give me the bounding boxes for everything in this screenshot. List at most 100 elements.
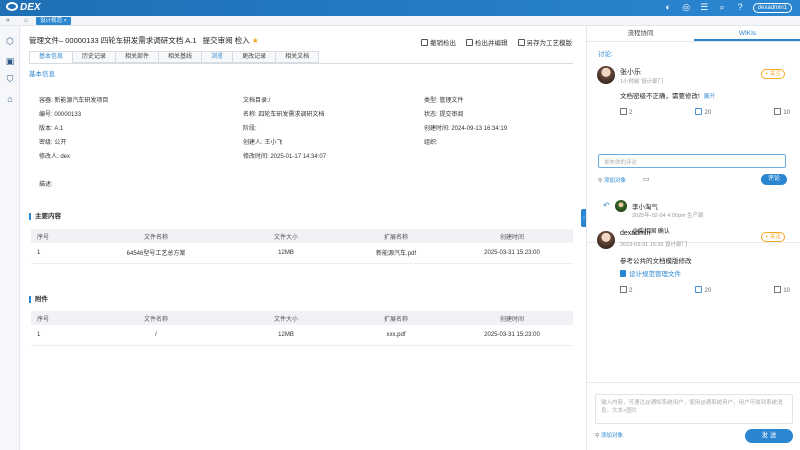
nav-building-icon[interactable]: ⌂ [5, 94, 15, 104]
image-icon[interactable]: ▭ [643, 175, 650, 183]
col-filesize: 文件大小 [231, 311, 341, 325]
attachments-table: 序号 文件名称 文件大小 扩展名称 创建时间 1 / 12MB xxx.pdf … [31, 311, 573, 346]
avatar [597, 66, 615, 84]
doc-title-text: 管理文件– 00000133 四轮车研发需求调研文档 A.1 [29, 36, 197, 45]
nav-shield-icon[interactable]: ⛉ [5, 74, 15, 84]
comment-text: 参考公共的文档模版修改 [620, 258, 692, 265]
help-icon[interactable]: ? [735, 2, 746, 13]
add-object-link[interactable]: ⚲ 添加对象 [598, 176, 626, 184]
user-menu[interactable]: dexadmin1 [752, 2, 792, 13]
tab-history[interactable]: 历史记录 [72, 51, 116, 63]
search-icon[interactable]: ⌕ [717, 2, 728, 13]
cell-created: 2025-03-31 15:23:00 [451, 325, 573, 346]
reply-arrow-icon: ↶ [603, 201, 610, 210]
page-title: 管理文件– 00000133 四轮车研发需求调研文档 A.1 提交审阅 检入 ★ [29, 35, 259, 46]
share-icon [774, 286, 782, 293]
field-creator: 创建人: 王小飞 [243, 140, 283, 146]
home-icon[interactable]: ⌂ [24, 17, 28, 24]
field-stage: 阶段: [243, 126, 257, 132]
comment-meta: 2023-03-31 15:26 设计部门 [620, 242, 687, 248]
add-object-link[interactable]: ⚲ 添加对象 [595, 431, 623, 439]
field-org: 组织: [424, 140, 438, 146]
field-name: 名称: 四轮车研发需求调研文档 [243, 112, 325, 118]
reply-meta: 2025年-02-04 4:00pm 生产部 [632, 213, 704, 219]
collapse-sidebar-icon[interactable]: « [6, 17, 10, 24]
tab-related-baselines[interactable]: 相关基线 [158, 51, 202, 63]
col-index: 序号 [31, 229, 81, 243]
nav-user-icon[interactable]: ▣ [5, 56, 15, 66]
tab-wikis[interactable]: WIKIs [694, 26, 800, 41]
save-icon [517, 39, 525, 46]
tab-basic-info[interactable]: 基本信息 [29, 51, 73, 63]
favorite-star-icon[interactable]: ★ [252, 36, 259, 45]
field-type: 类型: 管理文件 [424, 98, 464, 104]
doc-actions: 撤销检出 检出并编辑 另存为工艺模版 [421, 37, 572, 47]
send-button[interactable]: 发 送 [745, 429, 793, 443]
top-bar: DEX ◐ ◎ ☰ ⌕ ? dexadmin1 [0, 0, 800, 16]
col-filename: 文件名称 [81, 311, 231, 325]
commenter-name[interactable]: dexadmin [620, 230, 650, 237]
comment-input[interactable]: 发布你的评论 [598, 154, 786, 168]
expand-link[interactable]: 展开 [704, 94, 715, 100]
checkout-edit-button[interactable]: 检出并编辑 [466, 37, 508, 47]
reply-count-button[interactable]: 20 [695, 286, 711, 294]
paperclip-icon: ⚲ [598, 178, 603, 184]
avatar [597, 231, 615, 249]
cell-index: 1 [31, 325, 81, 346]
nav-cube-icon[interactable]: ⬡ [5, 36, 15, 46]
tab-workflow[interactable]: 流程协同 [587, 26, 694, 41]
tab-underline [29, 63, 573, 64]
menu-icon[interactable]: ☰ [699, 2, 710, 13]
cell-index: 1 [31, 243, 81, 264]
field-container: 容器: 新能源汽车研发项目 [39, 98, 109, 104]
tab-related-docs[interactable]: 相关文档 [275, 51, 320, 63]
field-version: 版本: A.1 [39, 126, 64, 132]
tab-related-parts[interactable]: 相关部件 [115, 51, 159, 63]
document-icon [620, 270, 626, 277]
table-row[interactable]: 1 64546型号工艺总方案 12MB 新能源汽车.pdf 2025-03-31… [31, 243, 573, 264]
table-row[interactable]: 1 / 12MB xxx.pdf 2025-03-31 15:23:00 [31, 325, 573, 346]
col-filesize: 文件大小 [231, 229, 341, 243]
tab-browse[interactable]: 浏览 [201, 51, 233, 63]
theme-icon[interactable]: ◐ [663, 2, 674, 13]
cell-filesize: 12MB [231, 243, 341, 264]
left-nav: ⬡ ▣ ⛉ ⌂ [0, 26, 20, 450]
field-state: 状态: 提交审阅 [424, 112, 464, 118]
col-extension: 扩展名称 [341, 229, 451, 243]
commenter-name[interactable]: 张小乐 [620, 67, 641, 77]
cell-filename: 64546型号工艺总方案 [81, 243, 231, 264]
chat-icon [695, 286, 703, 293]
cell-extension: 新能源汽车.pdf [341, 243, 451, 264]
status-badge: 提交审阅 [202, 36, 233, 45]
open-tab-design-spec[interactable]: 设计规范 × [36, 17, 71, 25]
follow-button[interactable]: + 关注 [761, 69, 785, 79]
share-button[interactable]: 10 [774, 108, 790, 116]
undo-icon [421, 39, 428, 46]
app-logo[interactable]: DEX [6, 2, 41, 13]
main-content-table: 序号 文件名称 文件大小 扩展名称 创建时间 1 64546型号工艺总方案 12… [31, 229, 573, 264]
avatar [615, 200, 627, 212]
field-folder: 文档目录:/ [243, 98, 271, 104]
cell-extension: xxx.pdf [341, 325, 451, 346]
col-extension: 扩展名称 [341, 311, 451, 325]
like-button[interactable]: 2 [620, 108, 632, 116]
save-as-template-button[interactable]: 另存为工艺模版 [517, 37, 572, 47]
linked-document[interactable]: 设计规范管理文件 [620, 268, 681, 278]
notification-icon[interactable]: ◎ [681, 2, 692, 13]
star-icon [620, 108, 627, 115]
undo-checkout-button[interactable]: 撤销检出 [421, 37, 456, 47]
tab-change-records[interactable]: 更改记录 [232, 51, 276, 63]
col-filename: 文件名称 [81, 229, 231, 243]
like-button[interactable]: 2 [620, 286, 632, 294]
message-input[interactable]: 输入内容，可通过@通知系统用户，使用@通系统用户，用户可收到系统消息，文本+图片 [595, 394, 793, 424]
col-created: 创建时间 [451, 229, 573, 243]
share-button[interactable]: 10 [774, 286, 790, 294]
replier-name[interactable]: 李小淘气 [632, 201, 658, 211]
field-description: 描述: [39, 182, 53, 188]
chat-icon [695, 108, 703, 115]
follow-button[interactable]: + 关注 [761, 232, 785, 242]
comment-button[interactable]: 评论 [761, 174, 787, 185]
top-toolbar: ◐ ◎ ☰ ⌕ ? dexadmin1 [663, 2, 792, 13]
reply-count-button[interactable]: 20 [695, 108, 711, 116]
checkin-label[interactable]: 检入 [235, 36, 250, 45]
